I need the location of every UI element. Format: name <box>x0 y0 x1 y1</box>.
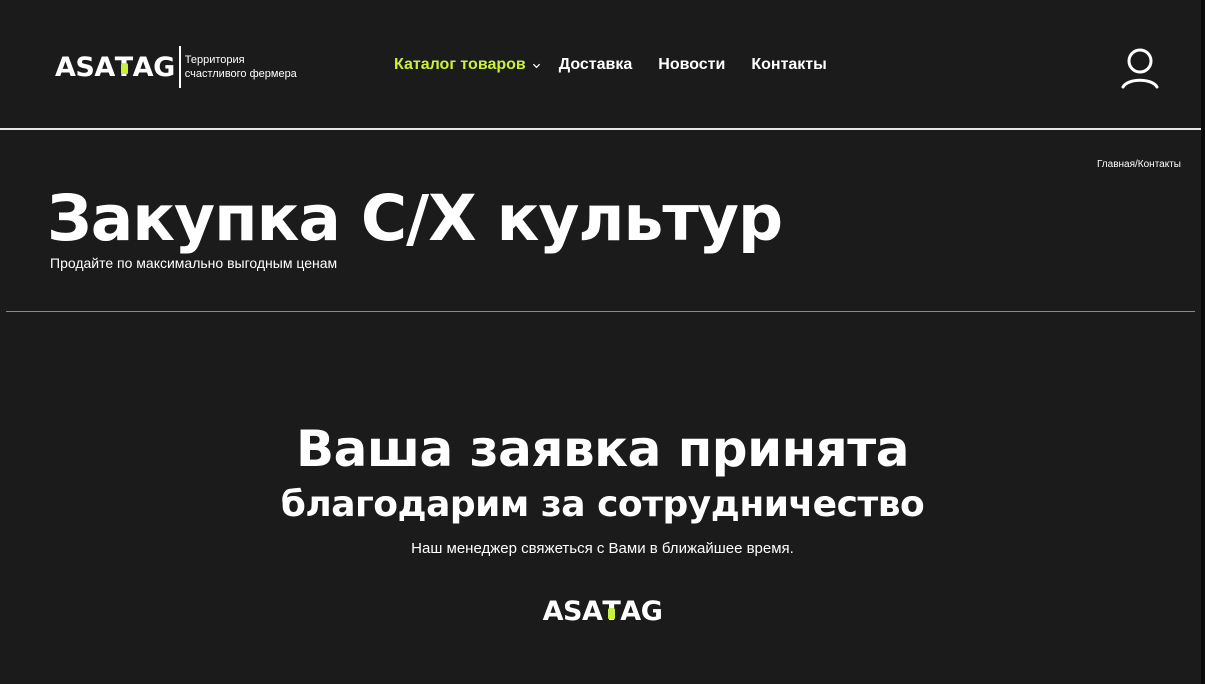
nav-item-delivery[interactable]: Доставка <box>559 56 633 74</box>
nav-item-contacts[interactable]: Контакты <box>751 56 826 74</box>
logo-suffix: AG <box>132 51 176 83</box>
footer-logo-wordmark: ASA T AG <box>543 598 663 625</box>
breadcrumb: Главная/Контакты <box>1097 159 1181 170</box>
section-divider <box>6 311 1195 312</box>
site-header: ASA T AG Территория счастливого фермера … <box>0 0 1201 129</box>
footer-logo: ASA T AG <box>0 598 1205 625</box>
main-nav: Каталог товаров Доставка Новости Контакт… <box>394 56 853 74</box>
header-logo[interactable]: ASA T AG Территория счастливого фермера <box>55 46 305 88</box>
nav-item-catalog[interactable]: Каталог товаров <box>394 56 541 74</box>
nav-item-label: Новости <box>658 56 726 73</box>
confirmation-text: Наш менеджер свяжеться с Вами в ближайше… <box>411 540 794 557</box>
confirmation-title: Ваша заявка принята <box>296 420 909 478</box>
logo-suffix: AG <box>620 596 663 627</box>
logo-divider <box>178 46 181 88</box>
page-subtitle: Продайте по максимально выгодным ценам <box>50 255 338 271</box>
confirmation-subtitle: благодарим за сотрудничество <box>280 484 925 525</box>
logo-wordmark: ASA T AG <box>55 54 175 81</box>
logo-prefix: ASA <box>542 596 603 627</box>
logo-prefix: ASA <box>55 51 115 83</box>
nav-item-label: Каталог товаров <box>394 56 526 73</box>
confirmation-block: Ваша заявка принята благодарим за сотруд… <box>0 418 1205 557</box>
logo-t-letter: T <box>115 54 133 81</box>
window-edge <box>1201 0 1205 684</box>
logo-tagline: Территория счастливого фермера <box>184 54 297 80</box>
breadcrumb-current: Контакты <box>1137 159 1181 170</box>
logo-leaf-icon <box>608 607 616 619</box>
logo-leaf-icon <box>120 63 128 75</box>
breadcrumb-home[interactable]: Главная <box>1097 159 1135 170</box>
nav-item-news[interactable]: Новости <box>658 56 725 74</box>
chevron-down-icon <box>532 63 540 68</box>
nav-item-label: Контакты <box>751 56 827 73</box>
logo-t-letter: T <box>602 598 620 625</box>
page: ASA T AG Территория счастливого фермера … <box>0 0 1205 684</box>
page-title: Закупка С/Х культур <box>47 182 783 255</box>
header-divider <box>0 128 1201 130</box>
user-icon[interactable] <box>1120 46 1160 90</box>
nav-item-label: Доставка <box>558 56 633 73</box>
